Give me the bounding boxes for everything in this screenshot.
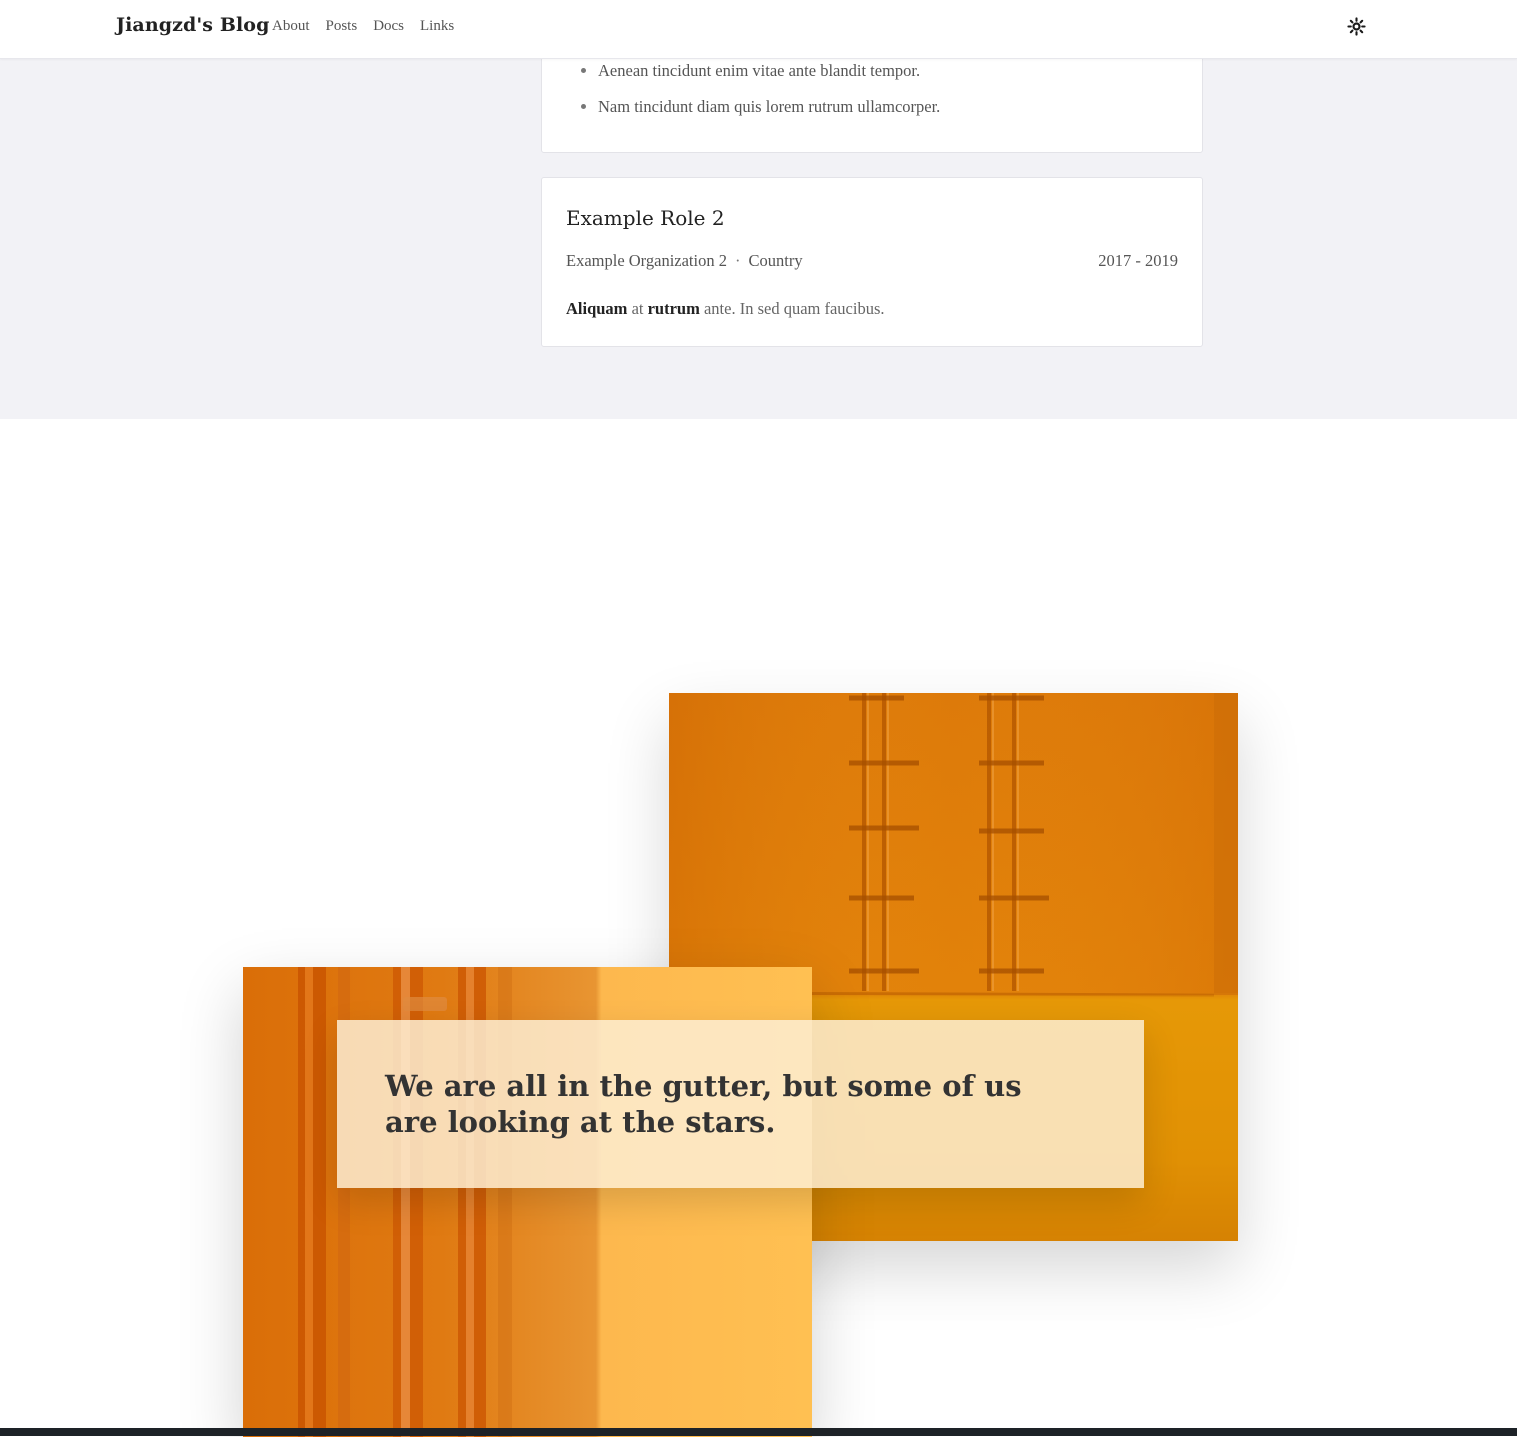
organization-name: Example Organization 2 — [566, 251, 727, 270]
experience-bullet-list: Aenean tincidunt enim vitae ante blandit… — [542, 61, 940, 133]
role-summary: Aliquam at rutrum ante. In sed quam fauc… — [566, 299, 885, 319]
nav-link-docs[interactable]: Docs — [373, 18, 404, 35]
separator-dot: · — [734, 251, 741, 270]
sun-icon[interactable] — [1347, 17, 1366, 36]
quote-box: We are all in the gutter, but some of us… — [337, 1020, 1144, 1188]
nav-link-links[interactable]: Links — [420, 18, 454, 35]
nav-link-about[interactable]: About — [272, 18, 310, 35]
site-brand-link[interactable]: Jiangzd's Blog — [116, 14, 269, 36]
role-title: Example Role 2 — [566, 206, 725, 230]
experience-section: Aenean tincidunt enim vitae ante blandit… — [0, 48, 1517, 419]
summary-bold-rutrum: rutrum — [647, 299, 700, 318]
summary-text: ante. In sed quam faucibus. — [699, 299, 885, 318]
organization-country: Country — [748, 251, 803, 270]
experience-card-1: Aenean tincidunt enim vitae ante blandit… — [541, 48, 1203, 153]
nav-link-posts[interactable]: Posts — [326, 18, 358, 35]
summary-bold-aliquam: Aliquam — [566, 299, 628, 318]
experience-card-2: Example Role 2 Example Organization 2 · Co… — [541, 177, 1203, 347]
role-date-range: 2017 - 2019 — [1098, 251, 1178, 270]
quote-text: We are all in the gutter, but some of us… — [385, 1069, 1022, 1139]
summary-text: at — [627, 299, 648, 318]
list-item: Nam tincidunt diam quis lorem rutrum ull… — [598, 97, 940, 133]
nav-menu: About Posts Docs Links — [272, 18, 454, 35]
top-navbar: Jiangzd's Blog About Posts Docs Links — [0, 0, 1517, 59]
organization-line: Example Organization 2 · Country — [566, 251, 803, 271]
footer-top-edge — [0, 1428, 1517, 1436]
list-item: Aenean tincidunt enim vitae ante blandit… — [598, 61, 940, 97]
